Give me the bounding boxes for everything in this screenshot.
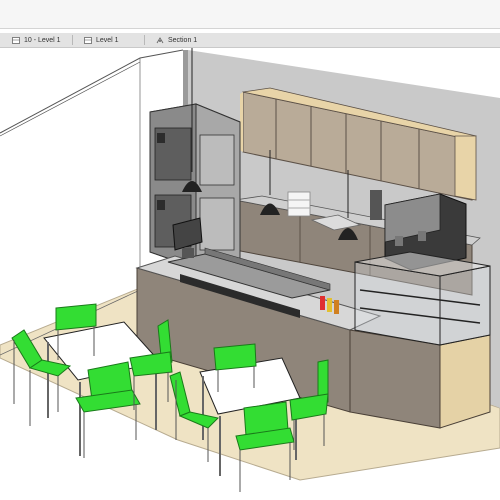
tab-label: 10 - Level 1 (24, 36, 61, 44)
tab-label: Level 1 (96, 36, 119, 44)
display-case (349, 251, 491, 429)
floor-plan-icon (12, 36, 20, 44)
tab-label: Section 1 (168, 36, 198, 44)
cafe-3d-model (0, 48, 500, 492)
floor-plan-icon (84, 36, 92, 44)
section-view-icon (156, 36, 164, 44)
view-tab-bar: 10 - Level 1 Level 1 Section 1 (0, 33, 500, 48)
window-top-strip (0, 0, 500, 29)
cup-stack (287, 191, 311, 217)
tab-10-level-1[interactable]: 10 - Level 1 (12, 33, 61, 47)
3d-viewport[interactable] (0, 48, 500, 500)
tab-section-1[interactable]: Section 1 (156, 33, 197, 47)
tab-level-1[interactable]: Level 1 (84, 33, 119, 47)
